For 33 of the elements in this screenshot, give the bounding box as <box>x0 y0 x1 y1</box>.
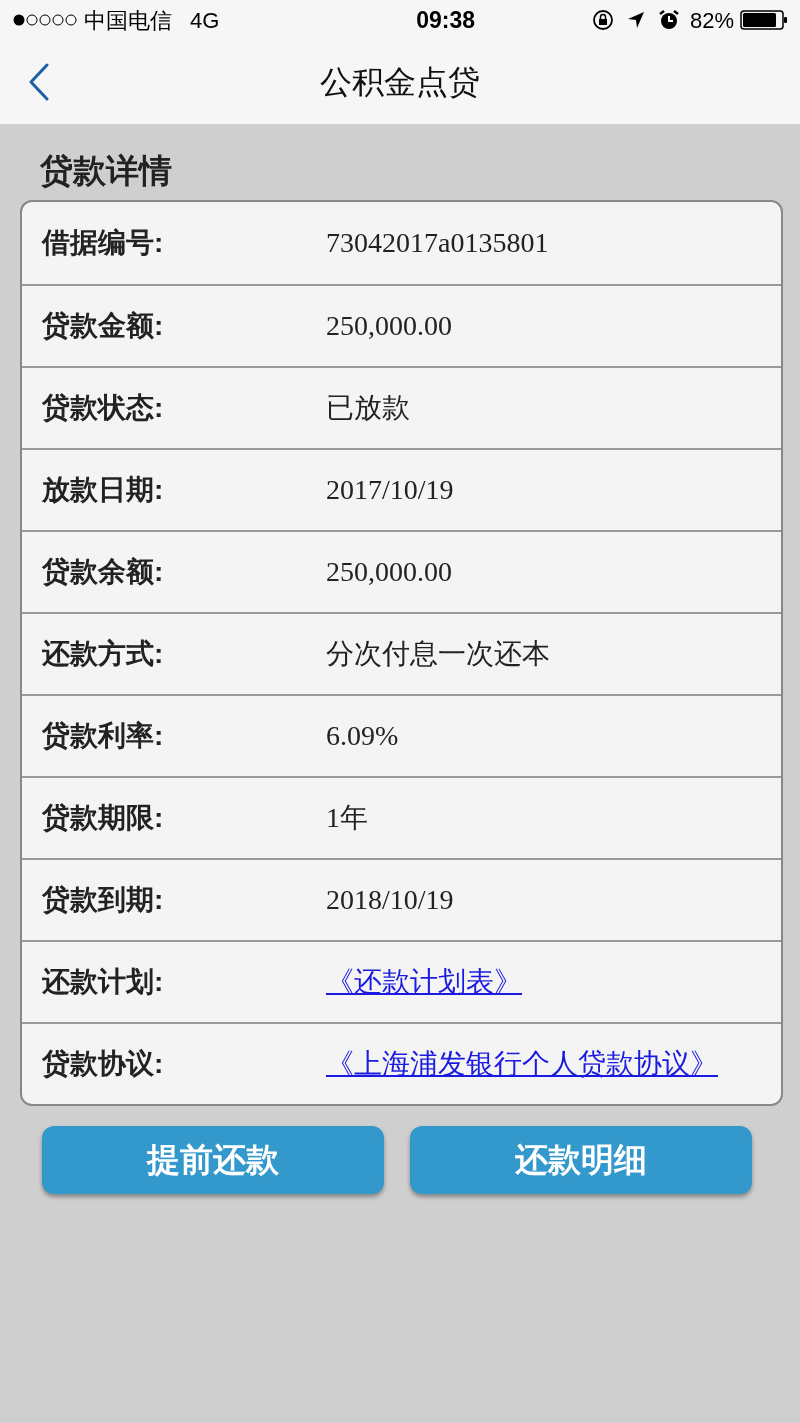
field-label: 贷款状态: <box>42 391 165 425</box>
document-link[interactable]: 《还款计划表》 <box>326 961 522 1003</box>
field-value: 73042017a0135801 <box>326 226 549 260</box>
field-value: 分次付息一次还本 <box>326 637 550 671</box>
signal-icon <box>12 13 80 27</box>
alarm-icon <box>657 9 680 31</box>
document-link[interactable]: 《上海浦发银行个人贷款协议》 <box>326 1043 718 1085</box>
field-value: 2018/10/19 <box>326 883 454 917</box>
field-label: 贷款期限: <box>42 801 165 835</box>
page-title: 公积金点贷 <box>320 63 480 102</box>
clock: 09:38 <box>416 5 476 35</box>
field-label: 贷款余额: <box>42 555 165 589</box>
field-label: 借据编号: <box>42 226 165 260</box>
back-chevron-icon <box>28 63 50 101</box>
battery-icon <box>740 9 788 31</box>
field-value: 已放款 <box>326 391 410 425</box>
field-value: 2017/10/19 <box>326 473 454 507</box>
field-label: 贷款到期: <box>42 883 165 917</box>
field-value: 250,000.00 <box>326 555 452 589</box>
network-type: 4G <box>190 6 220 35</box>
field-label: 还款方式: <box>42 637 165 671</box>
field-label: 放款日期: <box>42 473 165 507</box>
field-label: 贷款协议: <box>42 1047 165 1081</box>
field-value: 1年 <box>326 801 368 835</box>
battery-percentage: 82% <box>689 6 734 35</box>
field-value: 6.09% <box>326 719 399 753</box>
field-label: 贷款利率: <box>42 719 165 753</box>
field-value: 250,000.00 <box>326 309 452 343</box>
field-label: 贷款金额: <box>42 309 165 343</box>
section-title: 贷款详情 <box>39 151 173 191</box>
rotation-lock-icon <box>591 9 614 31</box>
field-label: 还款计划: <box>42 965 165 999</box>
carrier-name: 中国电信 <box>84 6 172 35</box>
